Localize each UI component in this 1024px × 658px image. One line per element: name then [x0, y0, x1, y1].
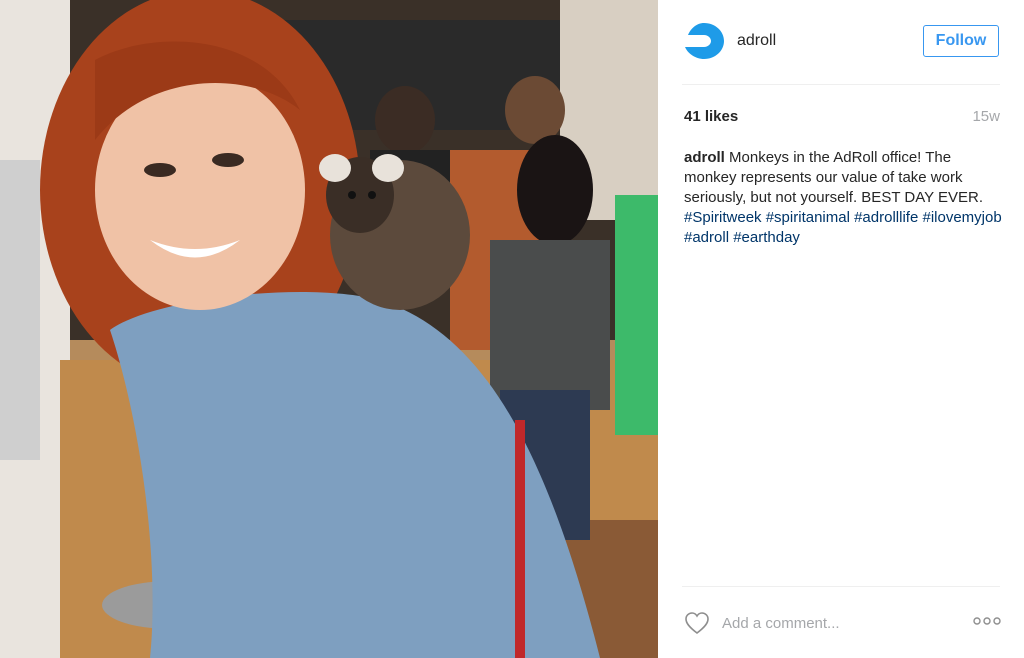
hashtag[interactable]: #ilovemyjob: [922, 209, 1001, 226]
hashtag[interactable]: #adroll: [684, 229, 729, 246]
hashtag[interactable]: #earthday: [733, 229, 800, 246]
post-footer: [658, 586, 1024, 658]
header-divider: [682, 84, 1000, 85]
likes-count[interactable]: 41 likes: [684, 108, 738, 125]
adroll-logo-icon[interactable]: [682, 21, 726, 61]
hashtag[interactable]: #spiritanimal: [766, 209, 850, 226]
photo-illustration: [0, 0, 658, 658]
heart-icon[interactable]: [684, 611, 710, 635]
comment-input[interactable]: [722, 612, 952, 634]
caption-text: Monkeys in the AdRoll office! The monkey…: [684, 149, 984, 206]
hashtag[interactable]: #adrolllife: [854, 209, 918, 226]
more-options-icon[interactable]: [973, 614, 1001, 628]
post-details-panel: adroll Follow 41 likes 15w adroll Monkey…: [658, 0, 1024, 658]
post-time[interactable]: 15w: [972, 108, 1000, 125]
hashtag[interactable]: #Spiritweek: [684, 209, 762, 226]
post-photo[interactable]: [0, 0, 658, 658]
follow-button[interactable]: Follow: [923, 25, 999, 57]
header-username[interactable]: adroll: [737, 32, 776, 50]
post-caption: adroll Monkeys in the AdRoll office! The…: [684, 148, 1004, 248]
post-header: adroll Follow: [658, 0, 1024, 84]
caption-username[interactable]: adroll: [684, 149, 725, 166]
